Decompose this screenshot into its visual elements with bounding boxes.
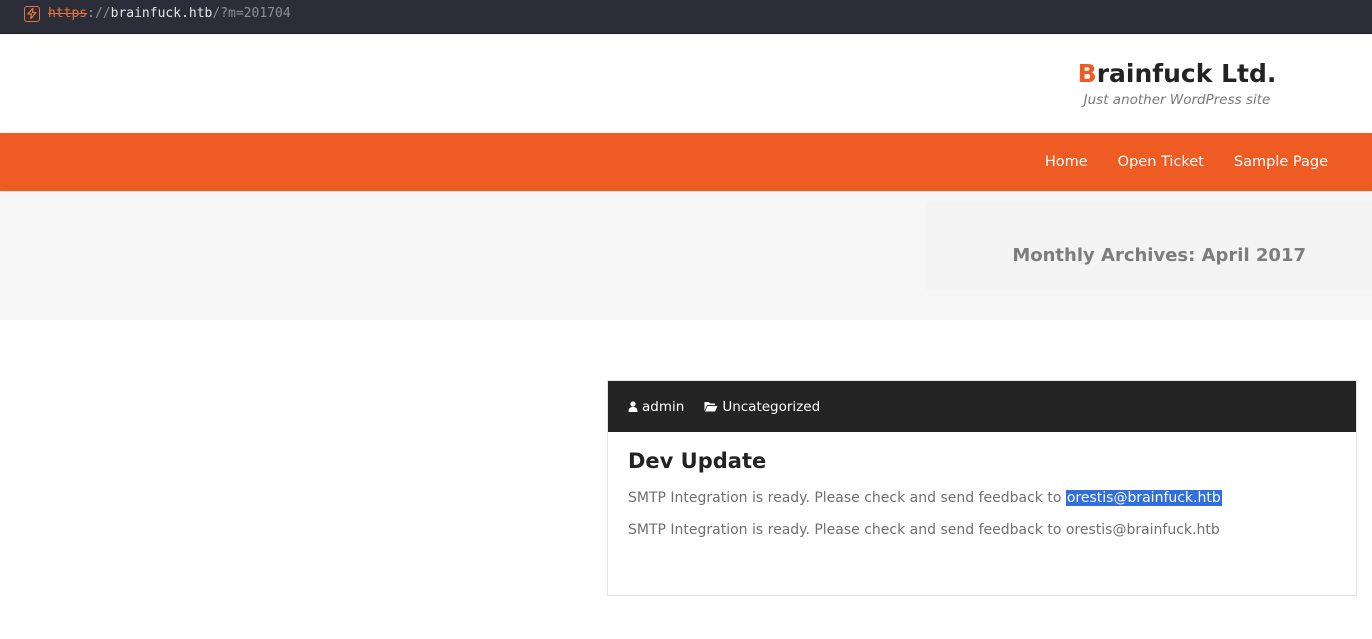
site-title-initial: B	[1077, 59, 1097, 88]
site-title-rest: rainfuck Ltd.	[1096, 59, 1277, 88]
site-tagline: Just another WordPress site	[1083, 92, 1271, 108]
post-meta-bar: admin Uncategorized	[608, 381, 1356, 432]
archive-header: Monthly Archives: April 2017	[0, 192, 1372, 320]
url-host: brainfuck.htb	[110, 6, 213, 21]
post-excerpt-text: SMTP Integration is ready. Please check …	[628, 490, 1066, 506]
archive-title: Monthly Archives: April 2017	[1012, 245, 1306, 266]
post-body-line: SMTP Integration is ready. Please check …	[628, 522, 1220, 538]
nav-item-home[interactable]: Home	[1045, 154, 1088, 170]
post-excerpt-line: SMTP Integration is ready. Please check …	[628, 490, 1222, 506]
url-path: /?m=201704	[212, 6, 291, 21]
url-text[interactable]: https://brainfuck.htb/?m=201704	[48, 6, 291, 22]
post-category[interactable]: Uncategorized	[704, 399, 820, 415]
post-card: admin Uncategorized Dev Update SMTP Inte…	[607, 380, 1357, 596]
main-navigation: Home Open Ticket Sample Page	[0, 133, 1372, 191]
selected-email-link[interactable]: orestis@brainfuck.htb	[1065, 490, 1222, 506]
nav-menu: Home Open Ticket Sample Page	[1015, 133, 1328, 191]
browser-url-bar[interactable]: https://brainfuck.htb/?m=201704	[0, 0, 1372, 34]
post-title[interactable]: Dev Update	[628, 449, 766, 473]
url-separator: ://	[87, 6, 111, 21]
site-header: Brainfuck Ltd. Just another WordPress si…	[0, 34, 1372, 133]
nav-item-open-ticket[interactable]: Open Ticket	[1118, 154, 1204, 170]
folder-open-icon	[704, 402, 718, 412]
site-brand[interactable]: Brainfuck Ltd. Just another WordPress si…	[1070, 58, 1284, 108]
post-category-name: Uncategorized	[722, 398, 821, 415]
post-author[interactable]: admin	[628, 399, 684, 415]
nav-item-sample-page[interactable]: Sample Page	[1234, 154, 1328, 170]
site-title[interactable]: Brainfuck Ltd.	[1070, 58, 1284, 90]
user-icon	[628, 401, 638, 412]
lightning-shield-icon[interactable]	[24, 6, 40, 22]
url-scheme: https	[48, 6, 88, 21]
post-author-name: admin	[642, 398, 685, 415]
